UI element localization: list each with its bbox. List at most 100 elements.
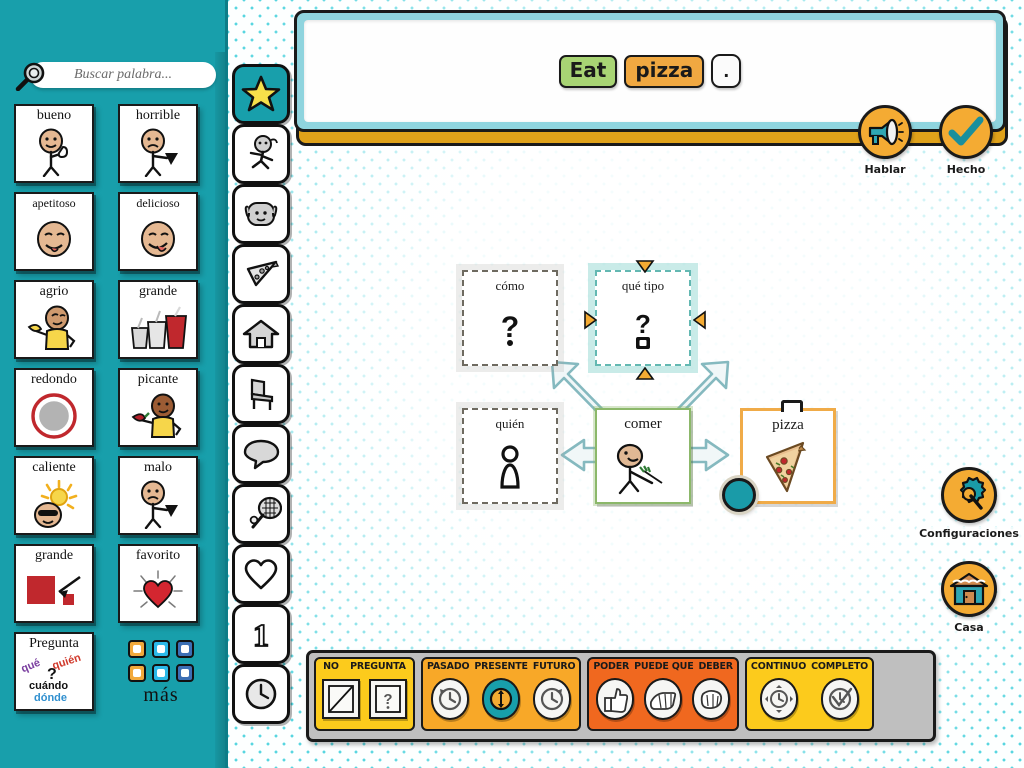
diagram-card-que-tipo[interactable]: qué tipo ? xyxy=(584,260,706,380)
grammar-button-pregunta[interactable]: ? xyxy=(369,679,407,719)
word-card-grid: bueno horrible apetitoso delicioso agrio… xyxy=(14,104,214,711)
swatch xyxy=(152,640,170,658)
svg-text:?: ? xyxy=(383,691,392,708)
done-button[interactable]: Hecho xyxy=(937,105,995,176)
word-card-grande-square[interactable]: grande xyxy=(14,544,94,623)
word-card-label: horrible xyxy=(135,108,181,123)
selection-handle-left[interactable] xyxy=(584,310,597,330)
category-rail: 1 xyxy=(232,64,292,754)
grammar-group-icons: ? xyxy=(320,672,409,726)
speak-button[interactable]: Hablar xyxy=(856,105,914,176)
grammar-button-presente[interactable] xyxy=(482,678,521,720)
flat-hand-icon xyxy=(650,692,677,710)
speak-button-label: Hablar xyxy=(861,163,909,176)
sentence-chip-noun[interactable]: pizza xyxy=(624,54,705,88)
diagram-card-como[interactable]: cómo ? xyxy=(462,270,558,366)
grammar-cell xyxy=(819,678,861,720)
sidebar-item-describe[interactable] xyxy=(232,544,290,604)
question-word-que: qué xyxy=(19,657,43,676)
grammar-button-continuo[interactable] xyxy=(759,678,798,720)
word-card-label: redondo xyxy=(31,372,77,387)
grammar-button-puede-que[interactable] xyxy=(644,678,683,720)
word-card-label: delicioso xyxy=(136,196,180,210)
word-card-apetitoso[interactable]: apetitoso xyxy=(14,192,94,271)
thumbs-up-icon xyxy=(604,688,628,713)
stick-figure-thumbs-down-icon xyxy=(120,124,196,181)
grammar-group-aspect: CONTINUO COMPLETO xyxy=(744,657,875,731)
grammar-group-labels: PASADO PRESENTE FUTURO xyxy=(427,661,576,672)
diagram-drag-handle[interactable] xyxy=(722,478,756,512)
grammar-group-icons xyxy=(751,672,868,726)
sidebar-item-people[interactable] xyxy=(232,184,290,244)
sidebar-item-numbers[interactable]: 1 xyxy=(232,604,290,664)
pizza-slice-icon xyxy=(246,260,280,287)
sentence-chip-verb[interactable]: Eat xyxy=(558,54,618,88)
more-categories-button[interactable]: más xyxy=(119,640,203,706)
grammar-button-futuro[interactable] xyxy=(533,678,572,720)
sidebar-item-places[interactable] xyxy=(232,304,290,364)
selection-handle-top[interactable] xyxy=(635,260,655,273)
selection-handle-right[interactable] xyxy=(693,310,706,330)
grammar-button-deber[interactable] xyxy=(692,678,731,720)
grammar-label-deber: DEBER xyxy=(698,661,734,672)
more-swatch-grid xyxy=(128,640,194,682)
sentence-chip-period[interactable]: . xyxy=(711,54,742,88)
sentence-diagram: cómo ? qué tipo ? quién comer pizza xyxy=(440,250,840,540)
swatch xyxy=(176,664,194,682)
diagram-card-label: pizza xyxy=(772,417,804,433)
word-card-caliente[interactable]: caliente xyxy=(14,456,94,535)
settings-button-label: Configuraciones xyxy=(916,527,1022,540)
sidebar-item-favourites[interactable] xyxy=(232,64,290,124)
sidebar-item-social[interactable] xyxy=(232,424,290,484)
sidebar-item-activities[interactable] xyxy=(232,484,290,544)
word-card-redondo[interactable]: redondo xyxy=(14,368,94,447)
selection-handle-bottom[interactable] xyxy=(635,367,655,380)
home-button[interactable]: Casa xyxy=(940,561,998,634)
sidebar-item-time[interactable] xyxy=(232,664,290,724)
home-button-label: Casa xyxy=(951,621,987,634)
word-card-horrible[interactable]: horrible xyxy=(118,104,198,183)
swatch xyxy=(176,640,194,658)
swatch xyxy=(128,664,146,682)
grammar-label-poder: PODER xyxy=(593,661,630,672)
word-card-label: favorito xyxy=(135,548,181,563)
grammar-button-pasado[interactable] xyxy=(431,678,470,720)
grammar-cell xyxy=(320,679,362,719)
word-card-grande-cups[interactable]: grande xyxy=(118,280,198,359)
word-card-picante[interactable]: picante xyxy=(118,368,198,447)
crossed-out-square-icon xyxy=(328,685,354,713)
word-card-malo[interactable]: malo xyxy=(118,456,198,535)
gear-wrench-icon xyxy=(959,476,987,510)
sidebar-item-food[interactable] xyxy=(232,244,290,304)
done-button-disc xyxy=(939,105,993,159)
word-card-delicioso[interactable]: delicioso xyxy=(118,192,198,271)
sidebar-item-actions[interactable] xyxy=(232,124,290,184)
diagram-card-comer[interactable]: comer xyxy=(595,408,691,504)
person-holding-lemon-icon xyxy=(16,300,92,357)
settings-button-disc xyxy=(941,467,997,523)
grammar-button-poder[interactable] xyxy=(596,678,634,720)
three-cups-sizes-icon xyxy=(120,300,196,357)
word-card-bueno[interactable]: bueno xyxy=(14,104,94,183)
word-card-label: malo xyxy=(144,460,172,475)
grammar-label-presente: PRESENTE xyxy=(474,661,528,672)
number-one-icon: 1 xyxy=(252,616,270,652)
settings-button[interactable]: Configuraciones xyxy=(916,467,1022,540)
word-card-pregunta[interactable]: Pregunta qué quién ? cuándo dónde xyxy=(14,632,94,711)
word-card-favorito[interactable]: favorito xyxy=(118,544,198,623)
diagram-card-quien[interactable]: quién xyxy=(462,408,558,504)
sidebar-item-things[interactable] xyxy=(232,364,290,424)
search-input[interactable] xyxy=(30,62,216,88)
person-silhouette-icon xyxy=(464,432,556,502)
grammar-button-completo[interactable] xyxy=(821,678,860,720)
grammar-group-negation: NO PREGUNTA ? xyxy=(314,657,415,731)
diagram-card-label: comer xyxy=(624,416,662,432)
house-icon xyxy=(242,319,280,349)
grammar-button-no[interactable] xyxy=(322,679,360,719)
grammar-label-puede-que: PUEDE QUE xyxy=(634,661,694,672)
word-card-agrio[interactable]: agrio xyxy=(14,280,94,359)
question-word-donde: dónde xyxy=(34,692,67,705)
word-card-label: caliente xyxy=(32,460,76,475)
grammar-cell xyxy=(531,678,573,720)
home-button-disc xyxy=(941,561,997,617)
